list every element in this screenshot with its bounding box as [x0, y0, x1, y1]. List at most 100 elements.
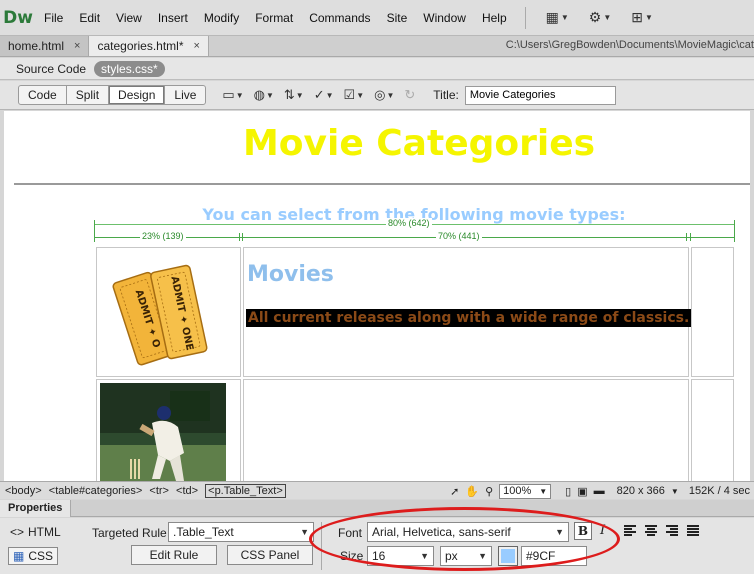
table-cell-image[interactable] — [96, 379, 241, 481]
tab-label: categories.html* — [97, 39, 184, 53]
tag-td[interactable]: <td> — [176, 485, 198, 497]
design-view-button[interactable]: Design — [109, 86, 166, 104]
tab-label: home.html — [8, 39, 65, 53]
menu-site[interactable]: Site — [379, 0, 416, 36]
targeted-rule-label: Targeted Rule — [92, 526, 167, 540]
title-input[interactable] — [464, 85, 616, 105]
visual-aids-icon[interactable]: ◎ ▼ — [374, 87, 394, 103]
bold-button[interactable]: B — [574, 522, 592, 540]
chevron-down-icon: ▼ — [420, 551, 429, 561]
multiscreen-icon[interactable]: ▭ ▼ — [222, 87, 243, 103]
tab-home-html[interactable]: home.html × — [0, 36, 90, 56]
font-select[interactable]: Arial, Helvetica, sans-serif ▼ — [367, 522, 569, 542]
category-title: Movies — [247, 262, 334, 287]
browser-compat-icon[interactable]: ☑ ▼ — [344, 87, 365, 103]
browser-preview-icon[interactable]: ◍ ▼ — [254, 87, 274, 103]
column2-width-label: 70% (441) — [436, 231, 482, 241]
refresh-icon[interactable]: ↻ — [404, 87, 415, 103]
align-center-icon[interactable] — [645, 525, 657, 536]
close-icon[interactable]: × — [74, 40, 80, 52]
table-cell-image[interactable]: ADMIT ✦ O ADMIT ✦ ONE — [96, 247, 241, 377]
css-panel-button[interactable]: CSS Panel — [227, 545, 313, 565]
html-label: HTML — [28, 525, 61, 539]
mobile-size-icon[interactable]: ▯ — [565, 485, 571, 498]
menu-view[interactable]: View — [108, 0, 150, 36]
align-left-icon[interactable] — [624, 525, 636, 536]
tab-categories-html[interactable]: categories.html* × — [89, 36, 209, 56]
guide-tick — [242, 233, 243, 241]
desktop-size-icon[interactable]: ▬ — [594, 485, 605, 497]
tablet-size-icon[interactable]: ▣ — [577, 485, 587, 498]
menu-edit[interactable]: Edit — [71, 0, 108, 36]
category-description[interactable]: All current releases along with a wide r… — [246, 309, 692, 327]
css-mode-button[interactable]: ▦ CSS — [8, 547, 59, 565]
italic-button[interactable]: I — [600, 523, 605, 538]
guide-tick — [686, 233, 687, 241]
status-right: ➚ ✋ ⚲ 100% ▼ ▯ ▣ ▬ 820 x 366 ▼ 152K / 4 … — [450, 482, 750, 500]
window-dimensions[interactable]: 820 x 366 — [617, 485, 665, 497]
tag-p[interactable]: <p.Table_Text> — [205, 483, 286, 498]
source-code-link[interactable]: Source Code — [16, 62, 86, 76]
menu-format[interactable]: Format — [247, 0, 301, 36]
html-mode-button[interactable]: <> HTML — [10, 525, 61, 539]
table-cell-description[interactable]: Movies All current releases along with a… — [243, 247, 692, 377]
chevron-down-icon[interactable]: ▼ — [671, 487, 679, 496]
menu-file[interactable]: File — [36, 0, 71, 36]
w3c-validation-icon[interactable]: ✓ ▼ — [314, 87, 334, 103]
layout-menu-icon[interactable]: ▦ ▼ — [536, 9, 579, 26]
menu-bar: Dw File Edit View Insert Modify Format C… — [0, 0, 754, 36]
tag-tr[interactable]: <tr> — [149, 485, 169, 497]
menu-insert[interactable]: Insert — [150, 0, 196, 36]
menu-modify[interactable]: Modify — [196, 0, 247, 36]
zoom-select[interactable]: 100% ▼ — [499, 483, 552, 499]
styles-css-link[interactable]: styles.css* — [94, 60, 165, 77]
close-icon[interactable]: × — [194, 40, 200, 52]
download-size: 152K / 4 sec — [688, 485, 750, 497]
table-cell-empty[interactable] — [691, 247, 734, 377]
related-files-bar: Source Code styles.css* — [0, 58, 754, 80]
file-path: C:\Users\GregBowden\Documents\MovieMagic… — [505, 39, 754, 51]
menu-window[interactable]: Window — [415, 0, 474, 36]
admit-one-tickets-image: ADMIT ✦ O ADMIT ✦ ONE — [112, 264, 208, 366]
chevron-down-icon: ▼ — [300, 527, 309, 537]
code-view-button[interactable]: Code — [19, 86, 67, 104]
align-justify-icon[interactable] — [687, 525, 699, 536]
menu-help[interactable]: Help — [474, 0, 515, 36]
column1-width-label: 23% (139) — [140, 231, 186, 241]
table-cell-empty[interactable] — [691, 379, 734, 481]
horizontal-rule — [14, 183, 750, 185]
document-tab-bar: home.html × categories.html* × C:\Users\… — [0, 36, 754, 57]
gear-icon[interactable]: ⚙ ▼ — [579, 9, 621, 26]
tag-table[interactable]: <table#categories> — [49, 485, 143, 497]
select-tool-icon[interactable]: ➚ — [450, 485, 459, 498]
split-view-button[interactable]: Split — [67, 86, 110, 104]
hand-tool-icon[interactable]: ✋ — [465, 485, 479, 498]
color-swatch-fill — [501, 549, 515, 563]
table-width-label: 80% (642) — [386, 218, 432, 228]
site-map-icon[interactable]: ⊞ ▼ — [621, 9, 663, 26]
align-right-icon[interactable] — [666, 525, 678, 536]
file-management-icon[interactable]: ⇅ ▼ — [284, 87, 304, 103]
zoom-tool-icon[interactable]: ⚲ — [485, 485, 493, 498]
design-canvas[interactable]: Movie Categories You can select from the… — [4, 111, 750, 481]
size-label: Size — [340, 549, 364, 563]
guide-tick — [734, 220, 735, 242]
code-icon: <> — [10, 525, 25, 539]
guide-tick — [239, 233, 240, 241]
css-icon: ▦ — [13, 549, 25, 563]
panel-divider — [321, 522, 322, 570]
targeted-rule-select[interactable]: .Table_Text ▼ — [168, 522, 314, 542]
color-swatch[interactable] — [498, 546, 518, 566]
size-select[interactable]: 16 ▼ — [367, 546, 434, 566]
color-input[interactable]: #9CF — [521, 546, 587, 566]
edit-rule-button[interactable]: Edit Rule — [131, 545, 217, 565]
tag-body[interactable]: <body> — [5, 485, 42, 497]
table-cell-description[interactable] — [243, 379, 689, 481]
view-switcher: Code Split Design Live — [18, 85, 207, 105]
title-label: Title: — [433, 88, 459, 102]
chevron-down-icon: ▼ — [539, 486, 548, 496]
unit-select[interactable]: px ▼ — [440, 546, 492, 566]
properties-tab[interactable]: Properties — [0, 500, 72, 517]
live-view-button[interactable]: Live — [165, 86, 205, 104]
menu-commands[interactable]: Commands — [301, 0, 378, 36]
